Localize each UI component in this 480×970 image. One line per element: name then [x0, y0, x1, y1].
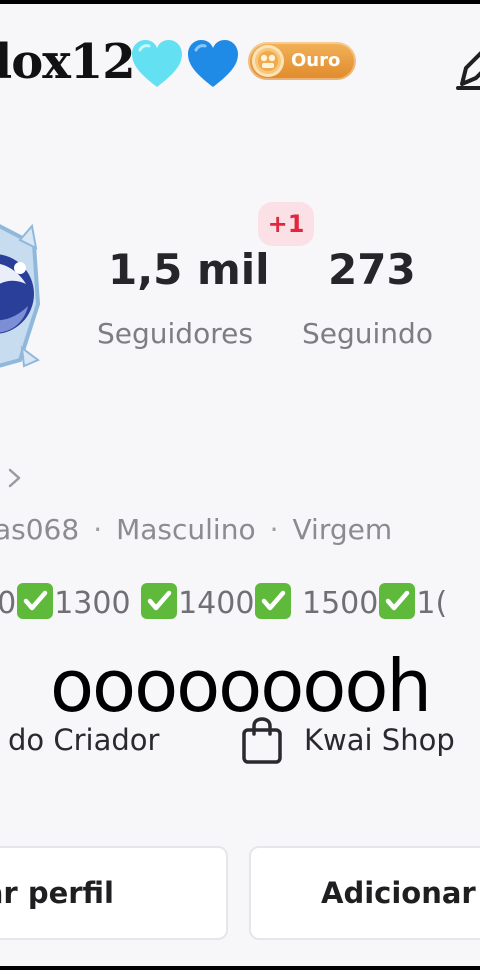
- kwai-shop-link[interactable]: Kwai Shop: [304, 718, 455, 762]
- check-mark-icon: [17, 583, 54, 619]
- gold-level-badge[interactable]: Ouro: [248, 42, 356, 80]
- edit-profile-button[interactable]: ar perfil: [0, 846, 228, 940]
- add-friends-button[interactable]: Adicionar a: [249, 846, 480, 940]
- check-mark-icon: [255, 583, 292, 619]
- light-blue-heart-icon: [130, 38, 184, 90]
- username: lox12: [0, 34, 136, 90]
- separator: ·: [93, 513, 103, 546]
- creator-center-link[interactable]: do Criador: [8, 718, 159, 762]
- profile-handle: as068: [0, 513, 80, 546]
- following-count[interactable]: 273: [328, 242, 416, 298]
- milestone-text: 1300: [54, 586, 131, 621]
- level-medal-icon: [252, 45, 284, 77]
- edit-pencil-icon[interactable]: [456, 44, 480, 90]
- milestone-text: 1(: [416, 586, 448, 621]
- milestone-text: 00: [0, 586, 17, 621]
- separator: ·: [269, 513, 279, 546]
- check-mark-icon: [141, 583, 178, 619]
- shopping-bag-icon[interactable]: [240, 716, 284, 766]
- zodiac-label: Virgem: [292, 513, 393, 546]
- profile-info-line: as068 · Masculino · Virgem: [0, 508, 392, 552]
- profile-screen: lox12 Ouro +1 1,5 mil Seguidores 273 Seg…: [0, 4, 480, 966]
- new-follower-badge: +1: [258, 202, 314, 246]
- check-mark-icon: [379, 583, 416, 619]
- blue-heart-icon: [186, 38, 240, 90]
- phone-frame: lox12 Ouro +1 1,5 mil Seguidores 273 Seg…: [0, 0, 480, 970]
- followers-label[interactable]: Seguidores: [97, 314, 253, 354]
- gender-label: Masculino: [116, 513, 256, 546]
- bio-milestones: 00 1300 1400 1500 1(: [0, 582, 447, 626]
- milestone-text: 1500: [302, 586, 379, 621]
- avatar[interactable]: [0, 214, 40, 374]
- milestone-text: 1400: [178, 586, 255, 621]
- chevron-right-icon[interactable]: [4, 464, 26, 492]
- followers-count[interactable]: 1,5 mil: [108, 242, 270, 298]
- level-badge-label: Ouro: [291, 50, 341, 71]
- following-label[interactable]: Seguindo: [302, 314, 433, 354]
